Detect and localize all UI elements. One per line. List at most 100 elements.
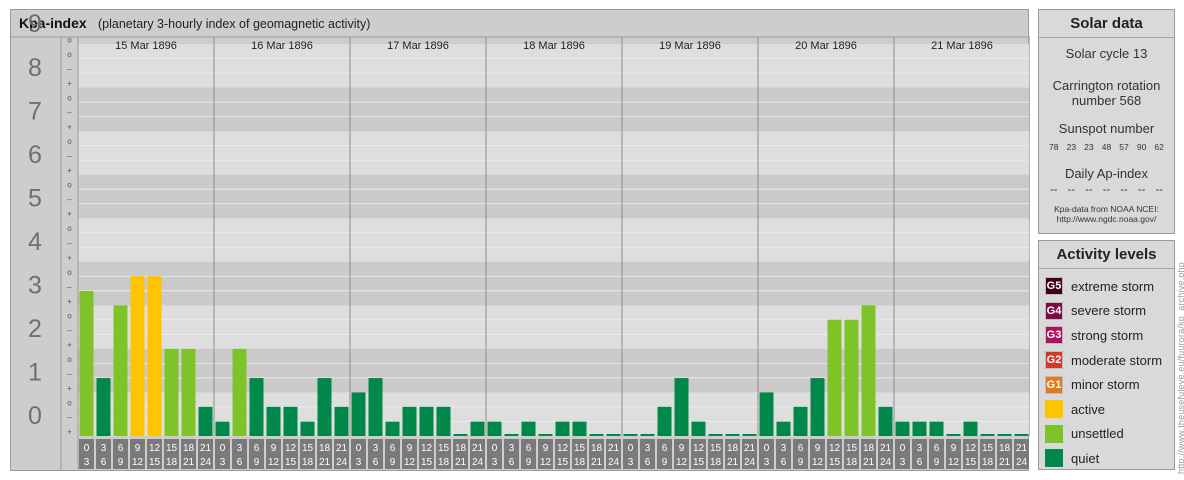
interval-start-label: 9	[951, 443, 957, 454]
interval-end-label: 12	[132, 457, 144, 468]
interval-start-label: 15	[574, 443, 586, 454]
sunspot-value: 78	[1049, 142, 1059, 152]
interval-end-label: 9	[254, 457, 260, 468]
level-label: unsettled	[1071, 426, 1124, 442]
kp-bar	[946, 434, 961, 436]
interval-end-label: 18	[710, 457, 722, 468]
kp-bar	[589, 434, 604, 436]
y-tick-label: 3	[28, 272, 42, 300]
interval-end-label: 9	[118, 457, 124, 468]
sunspot-value: 62	[1154, 142, 1164, 152]
kp-bar	[810, 378, 825, 436]
interval-end-label: 18	[438, 457, 450, 468]
interval-end-label: 18	[846, 457, 858, 468]
sunspot-value: 48	[1101, 142, 1112, 152]
level-label: quiet	[1071, 450, 1100, 466]
interval-end-label: 6	[509, 457, 515, 468]
y-band	[78, 348, 1030, 393]
interval-start-label: 0	[84, 443, 90, 454]
interval-end-label: 24	[472, 457, 484, 468]
minor-tick-symbol: –	[67, 369, 72, 378]
sunspot-value: 90	[1136, 142, 1147, 152]
minor-tick-symbol: o	[67, 137, 72, 146]
interval-end-label: 21	[183, 457, 195, 468]
interval-end-label: 6	[101, 457, 107, 468]
source-line1: Kpa-data from NOAA NCEI:	[1054, 204, 1159, 214]
interval-start-label: 21	[744, 443, 756, 454]
interval-end-label: 3	[84, 457, 90, 468]
kp-bar	[759, 392, 774, 436]
interval-end-label: 12	[404, 457, 416, 468]
day-label: 18 Mar 1896	[523, 40, 585, 52]
kp-bar	[181, 348, 196, 436]
interval-start-label: 6	[934, 443, 940, 454]
interval-start-label: 18	[999, 443, 1011, 454]
activity-level-item: G5 extreme storm	[1039, 274, 1174, 299]
day-label: 21 Mar 1896	[931, 40, 993, 52]
interval-start-label: 15	[438, 443, 450, 454]
kp-bar	[844, 319, 859, 436]
kp-bar	[130, 276, 145, 436]
interval-start-label: 15	[846, 443, 858, 454]
kp-bar	[147, 276, 162, 436]
activity-level-item: G4 severe storm	[1039, 299, 1174, 324]
interval-end-label: 15	[421, 457, 433, 468]
minor-tick-symbol: o	[67, 50, 72, 59]
interval-start-label: 3	[237, 443, 243, 454]
kp-bar	[385, 421, 400, 436]
interval-end-label: 15	[557, 457, 569, 468]
y-band	[78, 218, 1030, 262]
interval-end-label: 9	[390, 457, 396, 468]
kp-bar	[708, 434, 723, 436]
interval-end-label: 3	[764, 457, 770, 468]
source-line2: http://www.ngdc.noaa.gov/	[1056, 214, 1157, 224]
level-label: active	[1071, 401, 1105, 417]
y-band	[78, 174, 1030, 219]
activity-level-item: G2 moderate storm	[1039, 348, 1174, 373]
level-swatch	[1045, 424, 1063, 443]
sunspot-label: Sunspot number	[1058, 121, 1155, 136]
minor-tick-symbol: +	[67, 79, 72, 88]
interval-end-label: 21	[727, 457, 739, 468]
kp-bar	[164, 348, 179, 436]
kp-bar	[861, 305, 876, 436]
sunspot-value: 23	[1084, 142, 1094, 152]
activity-levels-list: G5 extreme storm G4 severe storm G3 strong st…	[1039, 269, 1174, 471]
minor-tick-symbol: o	[67, 94, 72, 103]
interval-end-label: 21	[319, 457, 331, 468]
kp-bar	[657, 406, 672, 436]
interval-end-label: 15	[965, 457, 977, 468]
level-swatch: G5	[1045, 277, 1063, 296]
interval-end-label: 24	[1016, 457, 1028, 468]
kp-bar	[300, 421, 315, 436]
interval-start-label: 12	[965, 443, 977, 454]
sunspot-value: 23	[1066, 142, 1077, 152]
level-swatch	[1045, 449, 1063, 468]
interval-start-label: 15	[166, 443, 178, 454]
minor-tick-symbol: –	[67, 413, 72, 422]
interval-start-label: 0	[900, 443, 906, 454]
minor-tick-symbol: +	[67, 384, 72, 393]
interval-end-label: 21	[999, 457, 1011, 468]
solar-data-panel: Solar data Solar cycle 13 Carrington rot…	[1038, 9, 1175, 234]
y-tick-label: 6	[28, 141, 42, 169]
chart-subtitle: (planetary 3-hourly index of geomagnetic…	[98, 17, 370, 31]
interval-start-label: 12	[829, 443, 841, 454]
y-band	[78, 131, 1030, 175]
interval-end-label: 12	[540, 457, 552, 468]
kp-bar	[980, 434, 995, 436]
kp-bar	[419, 406, 434, 436]
level-swatch: G4	[1045, 301, 1063, 320]
interval-end-label: 3	[220, 457, 226, 468]
interval-start-label: 12	[557, 443, 569, 454]
interval-end-label: 12	[268, 457, 280, 468]
y-band	[78, 261, 1030, 306]
kp-bar	[793, 406, 808, 436]
interval-end-label: 9	[526, 457, 532, 468]
interval-start-label: 3	[917, 443, 923, 454]
carrington-line2: number 568	[1071, 93, 1142, 108]
kp-bar	[487, 421, 502, 436]
kp-bar	[555, 421, 570, 436]
interval-end-label: 15	[149, 457, 161, 468]
level-swatch: G3	[1045, 326, 1063, 345]
